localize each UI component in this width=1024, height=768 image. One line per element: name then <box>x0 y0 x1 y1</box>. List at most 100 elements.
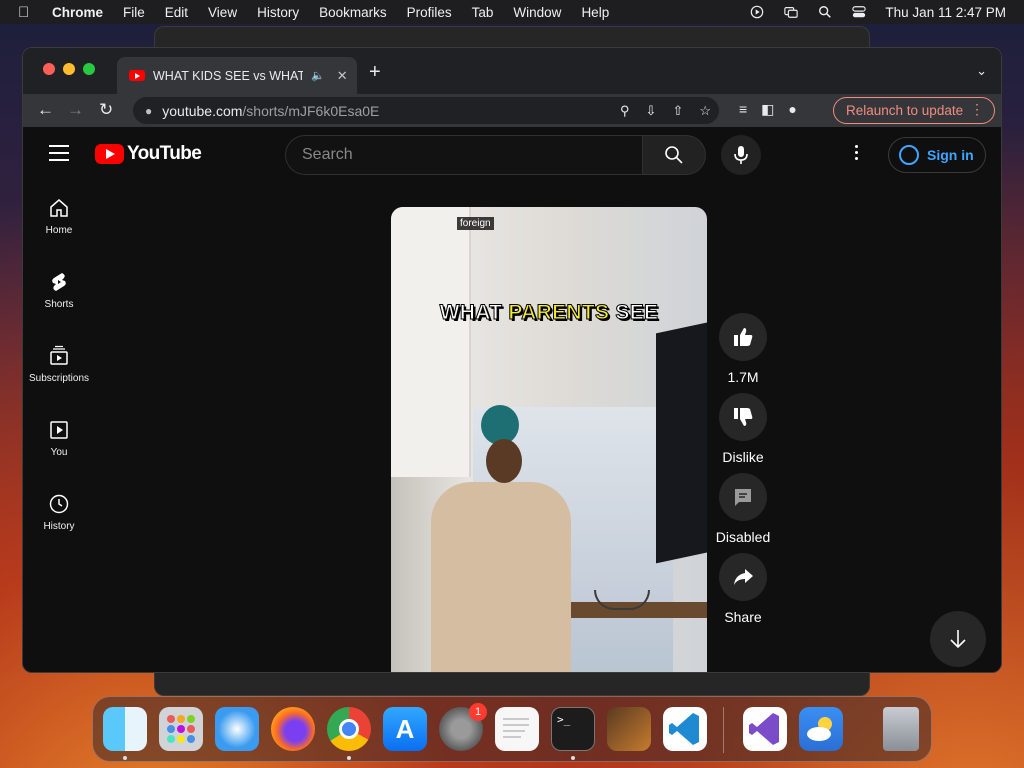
zoom-window-button[interactable] <box>83 63 95 75</box>
dislike-label: Dislike <box>722 449 764 465</box>
shorts-icon <box>52 273 66 291</box>
screen-mirror-icon[interactable] <box>783 5 799 19</box>
dock-separator <box>723 707 724 753</box>
minimize-window-button[interactable] <box>63 63 75 75</box>
video-caption: WHAT PARENTS SEE <box>391 301 707 325</box>
zoom-icon[interactable]: ⚲ <box>620 103 630 119</box>
menubar-clock[interactable]: Thu Jan 11 2:47 PM <box>885 5 1006 20</box>
chrome-menu-icon[interactable]: ⋮ <box>970 101 984 118</box>
you-icon <box>50 421 68 439</box>
history-icon <box>49 494 69 514</box>
menu-tab[interactable]: Tab <box>472 5 494 20</box>
close-window-button[interactable] <box>43 63 55 75</box>
relaunch-update-button[interactable]: Relaunch to update ⋮ <box>833 97 995 124</box>
dislike-button[interactable] <box>719 393 767 441</box>
comment-icon <box>735 489 751 506</box>
comments-button[interactable] <box>719 473 767 521</box>
menu-history[interactable]: History <box>257 5 299 20</box>
sidebar-item-shorts[interactable]: Shorts <box>23 271 95 345</box>
back-arrow-icon[interactable]: ← <box>37 100 54 120</box>
new-tab-button[interactable]: + <box>369 61 381 84</box>
garageband-icon[interactable] <box>607 707 651 751</box>
menu-file[interactable]: File <box>123 5 145 20</box>
comments-label: Disabled <box>715 529 771 545</box>
search-icon <box>665 146 683 164</box>
launchpad-icon[interactable] <box>159 707 203 751</box>
account-circle-icon <box>899 145 919 165</box>
share-action: Share <box>719 553 767 625</box>
safari-icon[interactable] <box>215 707 259 751</box>
like-button[interactable] <box>719 313 767 361</box>
caption-pre: WHAT <box>439 301 509 325</box>
reading-list-icon[interactable]: ≡ <box>739 101 747 118</box>
apple-icon[interactable]:  <box>18 4 38 21</box>
youtube-wordmark: YouTube <box>127 143 202 164</box>
profile-icon[interactable]: ● <box>788 101 796 118</box>
textedit-icon[interactable] <box>495 707 539 751</box>
settings-more-icon[interactable] <box>855 145 859 163</box>
next-short-button[interactable] <box>930 611 986 667</box>
youtube-play-icon <box>95 144 124 164</box>
vscode-icon[interactable] <box>663 707 707 751</box>
terminal-icon[interactable]: >_ <box>551 707 595 751</box>
share-button[interactable] <box>719 553 767 601</box>
tab-audio-icon[interactable]: 🔈 <box>311 69 325 82</box>
menu-app-name[interactable]: Chrome <box>52 5 103 20</box>
forward-arrow-icon[interactable]: → <box>67 100 84 120</box>
finder-icon[interactable] <box>103 707 147 751</box>
menu-profiles[interactable]: Profiles <box>407 5 452 20</box>
url-path: /shorts/mJF6k0Esa0E <box>242 102 380 119</box>
bookmark-star-icon[interactable]: ☆ <box>699 103 711 119</box>
sidebar-item-home[interactable]: Home <box>23 197 95 271</box>
video-frame-head <box>486 439 522 483</box>
search-placeholder: Search <box>302 146 353 163</box>
microphone-icon <box>734 146 748 164</box>
hamburger-menu-icon[interactable] <box>49 145 69 166</box>
control-center-icon[interactable] <box>851 5 867 19</box>
url-host: youtube.com <box>162 102 243 119</box>
side-panel-icon[interactable]: ◧ <box>761 101 774 118</box>
sidebar-item-label: Subscriptions <box>28 373 90 384</box>
media-play-icon[interactable] <box>749 5 765 19</box>
browser-tab-active[interactable]: WHAT KIDS SEE vs WHAT PARENTS SEE 🔈 ✕ <box>117 57 357 94</box>
search-button[interactable] <box>642 135 706 175</box>
trash-icon[interactable] <box>883 707 919 751</box>
spotlight-search-icon[interactable] <box>817 5 833 19</box>
menu-edit[interactable]: Edit <box>165 5 188 20</box>
home-icon <box>50 199 68 217</box>
tab-search-chevron-icon[interactable]: ⌄ <box>976 63 987 79</box>
arrow-down-icon <box>950 630 966 649</box>
app-store-icon[interactable]: A <box>383 707 427 751</box>
menu-bar:  Chrome File Edit View History Bookmark… <box>0 0 1024 24</box>
menu-bookmarks[interactable]: Bookmarks <box>319 5 387 20</box>
voice-search-button[interactable] <box>721 135 761 175</box>
weather-icon[interactable] <box>799 707 843 751</box>
sign-in-button[interactable]: Sign in <box>888 137 986 173</box>
sign-in-label: Sign in <box>927 147 974 163</box>
video-frame-tv <box>656 320 707 564</box>
sidebar-item-subscriptions[interactable]: Subscriptions <box>23 345 95 419</box>
visual-studio-icon[interactable] <box>743 707 787 751</box>
sidebar-item-label: You <box>50 447 68 458</box>
share-page-icon[interactable]: ⇧ <box>672 103 683 119</box>
caption-highlight: PARENTS <box>508 301 610 325</box>
share-label: Share <box>724 609 762 625</box>
sidebar-item-you[interactable]: You <box>23 419 95 493</box>
menu-window[interactable]: Window <box>513 5 561 20</box>
notification-badge: 1 <box>469 703 487 721</box>
youtube-logo[interactable]: YouTube <box>95 143 202 165</box>
shorts-video-player[interactable]: foreign WHAT PARENTS SEE <box>391 207 707 672</box>
tab-close-icon[interactable]: ✕ <box>337 68 348 84</box>
site-info-icon[interactable]: ● <box>145 104 152 118</box>
dock-running-indicator <box>347 756 351 760</box>
address-bar[interactable]: ● youtube.com /shorts/mJF6k0Esa0E ⚲ ⇩ ⇧ … <box>133 97 719 124</box>
reload-icon[interactable]: ↻ <box>99 100 113 120</box>
menu-help[interactable]: Help <box>581 5 609 20</box>
install-app-icon[interactable]: ⇩ <box>646 103 657 119</box>
firefox-icon[interactable] <box>271 707 315 751</box>
menu-view[interactable]: View <box>208 5 237 20</box>
chrome-icon[interactable] <box>327 707 371 751</box>
sidebar-item-history[interactable]: History <box>23 493 95 567</box>
system-settings-icon[interactable]: 1 <box>439 703 487 751</box>
search-input[interactable]: Search <box>285 135 643 175</box>
